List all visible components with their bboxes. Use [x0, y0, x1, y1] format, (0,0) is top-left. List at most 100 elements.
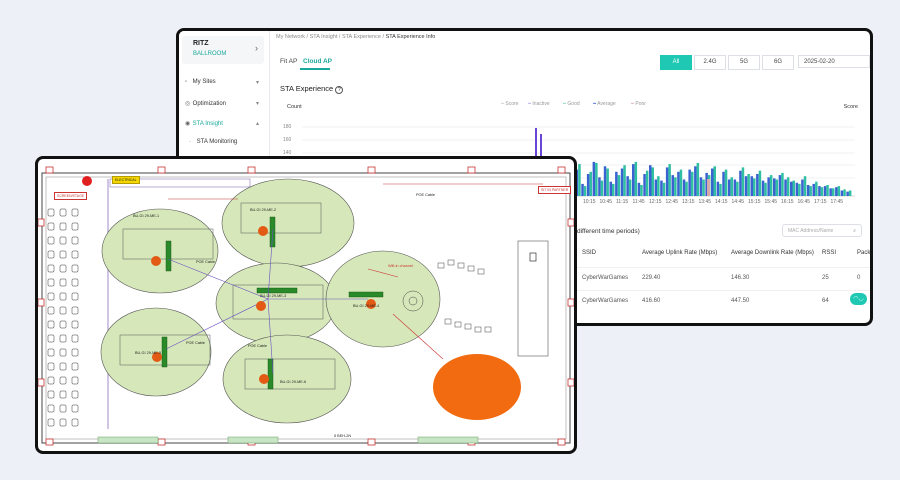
x-tick: 16:15	[781, 199, 794, 205]
bar-average	[592, 161, 596, 196]
bar-average	[649, 165, 652, 196]
bar-good	[606, 168, 609, 196]
bar-average	[835, 187, 838, 196]
bar-good	[691, 171, 694, 196]
bar-good	[815, 181, 818, 196]
sidebar-item-label: STA Monitoring	[196, 139, 238, 145]
cell-downlink: 447.50	[731, 298, 750, 304]
bar-average	[778, 175, 782, 196]
site-subtitle: BALLROOM	[193, 51, 227, 57]
x-tick: 12:15	[649, 199, 662, 205]
bar-good	[685, 181, 688, 196]
bar-average	[626, 176, 629, 196]
cell-uplink: 416.60	[642, 298, 661, 304]
bar-good	[758, 170, 762, 196]
sidebar-item-sta-insight[interactable]: ◉ STA Insight ▴	[185, 120, 261, 127]
search-placeholder: MAC Address/Name	[788, 228, 834, 234]
cell-rssi: 25	[822, 275, 829, 281]
bar-average	[620, 168, 624, 196]
sidebar-item-my-sites[interactable]: ▫ My Sites ▾	[185, 79, 261, 86]
floor-plan-canvas[interactable]: BU-GI 29-ME-1 BU-GI 29-ME-2 BU-GI 29-ME-…	[38, 159, 574, 451]
cell-rssi: 64	[822, 298, 829, 304]
bar-poor	[707, 179, 710, 196]
bar-good	[730, 177, 733, 196]
x-tick: 16:45	[797, 199, 811, 205]
col-packets: Pack	[857, 250, 871, 256]
x-tick: 17:15	[814, 199, 827, 205]
bar-good	[786, 177, 790, 196]
x-tick: 15:45	[764, 199, 778, 205]
orange-zone-marker[interactable]	[433, 354, 521, 420]
bar-good	[753, 178, 756, 196]
bar-average	[615, 171, 618, 196]
x-tick: 13:45	[698, 199, 712, 205]
tag-screen-stage: SCREEN/STAGE	[54, 192, 88, 200]
bar-average	[609, 181, 612, 196]
bar-average	[637, 182, 641, 196]
bar-good	[600, 180, 604, 196]
bar-average	[840, 190, 844, 196]
cable-label-3: POE Cable	[248, 344, 267, 348]
bar-good	[651, 167, 654, 196]
bar-good	[668, 164, 671, 196]
bar-average	[665, 167, 669, 196]
bar-average	[812, 183, 815, 196]
cell-packets: 0	[857, 275, 861, 281]
chevron-right-icon: ›	[255, 43, 258, 53]
bar-average	[711, 168, 714, 196]
bar-good	[617, 175, 621, 196]
bar-good	[792, 180, 795, 196]
x-tick: 14:15	[715, 199, 728, 205]
cell-uplink: 229.40	[642, 275, 661, 281]
cable-label-4: POE Cable	[416, 193, 435, 197]
bar-good	[634, 161, 638, 196]
bar-average	[699, 177, 703, 196]
chevron-down-icon: ▾	[255, 101, 259, 107]
x-tick: 10:15	[583, 199, 596, 205]
x-tick: 12:45	[665, 199, 679, 205]
bar-good	[578, 164, 581, 196]
table-label-d: BU-GI 29-ME-4	[353, 304, 379, 308]
bar-good	[640, 185, 643, 196]
bar-good	[843, 189, 846, 196]
insight-icon: ◉	[185, 121, 191, 127]
table-label-a: BU-GI 29-ME-1	[133, 214, 159, 218]
site-selector[interactable]: RITZ BALLROOM ›	[182, 36, 264, 64]
bar-good	[809, 186, 812, 196]
bar-average	[694, 166, 697, 196]
site-name: RITZ	[193, 40, 209, 47]
x-tick: 17:45	[830, 199, 844, 205]
bar-good	[764, 182, 767, 196]
bar-average	[761, 180, 765, 196]
cell-ssid: CyberWarGames	[582, 298, 629, 304]
bar-average	[716, 181, 720, 196]
x-tick: 11:45	[632, 199, 645, 205]
bar-good	[679, 169, 683, 196]
bar-average	[806, 185, 810, 196]
bar-average	[677, 171, 680, 196]
chat-assistant-button[interactable]: ◠◡	[850, 293, 867, 305]
bar-average	[739, 170, 742, 196]
cable-label-2: POE Cable	[186, 341, 205, 345]
mac-search-input[interactable]: MAC Address/Name ⌕	[782, 224, 862, 237]
table-label-f: BU-GI 29-ME-6	[280, 380, 306, 384]
bar-good	[719, 183, 722, 196]
bar-average	[688, 169, 691, 196]
bar-good	[696, 163, 700, 196]
cell-downlink: 146.30	[731, 275, 750, 281]
table-label-c: BU-GI 29-ME-3	[260, 294, 286, 298]
table-title: different time periods)	[577, 228, 640, 235]
x-tick: 11:15	[616, 199, 629, 205]
bar-good	[645, 170, 649, 196]
bar-good	[657, 176, 660, 196]
bar-average	[823, 186, 827, 196]
bar-good	[736, 181, 739, 196]
sidebar-item-sta-monitoring[interactable]: · STA Monitoring	[189, 139, 265, 145]
bar-average	[733, 179, 737, 196]
bar-average	[773, 178, 776, 196]
chevron-down-icon: ▾	[255, 80, 259, 86]
bar-average	[801, 179, 804, 196]
sidebar-item-optimization[interactable]: ◎ Optimization ▾	[185, 100, 261, 107]
col-downlink: Average Downlink Rate (Mbps)	[731, 250, 814, 256]
row-divider	[575, 290, 870, 291]
